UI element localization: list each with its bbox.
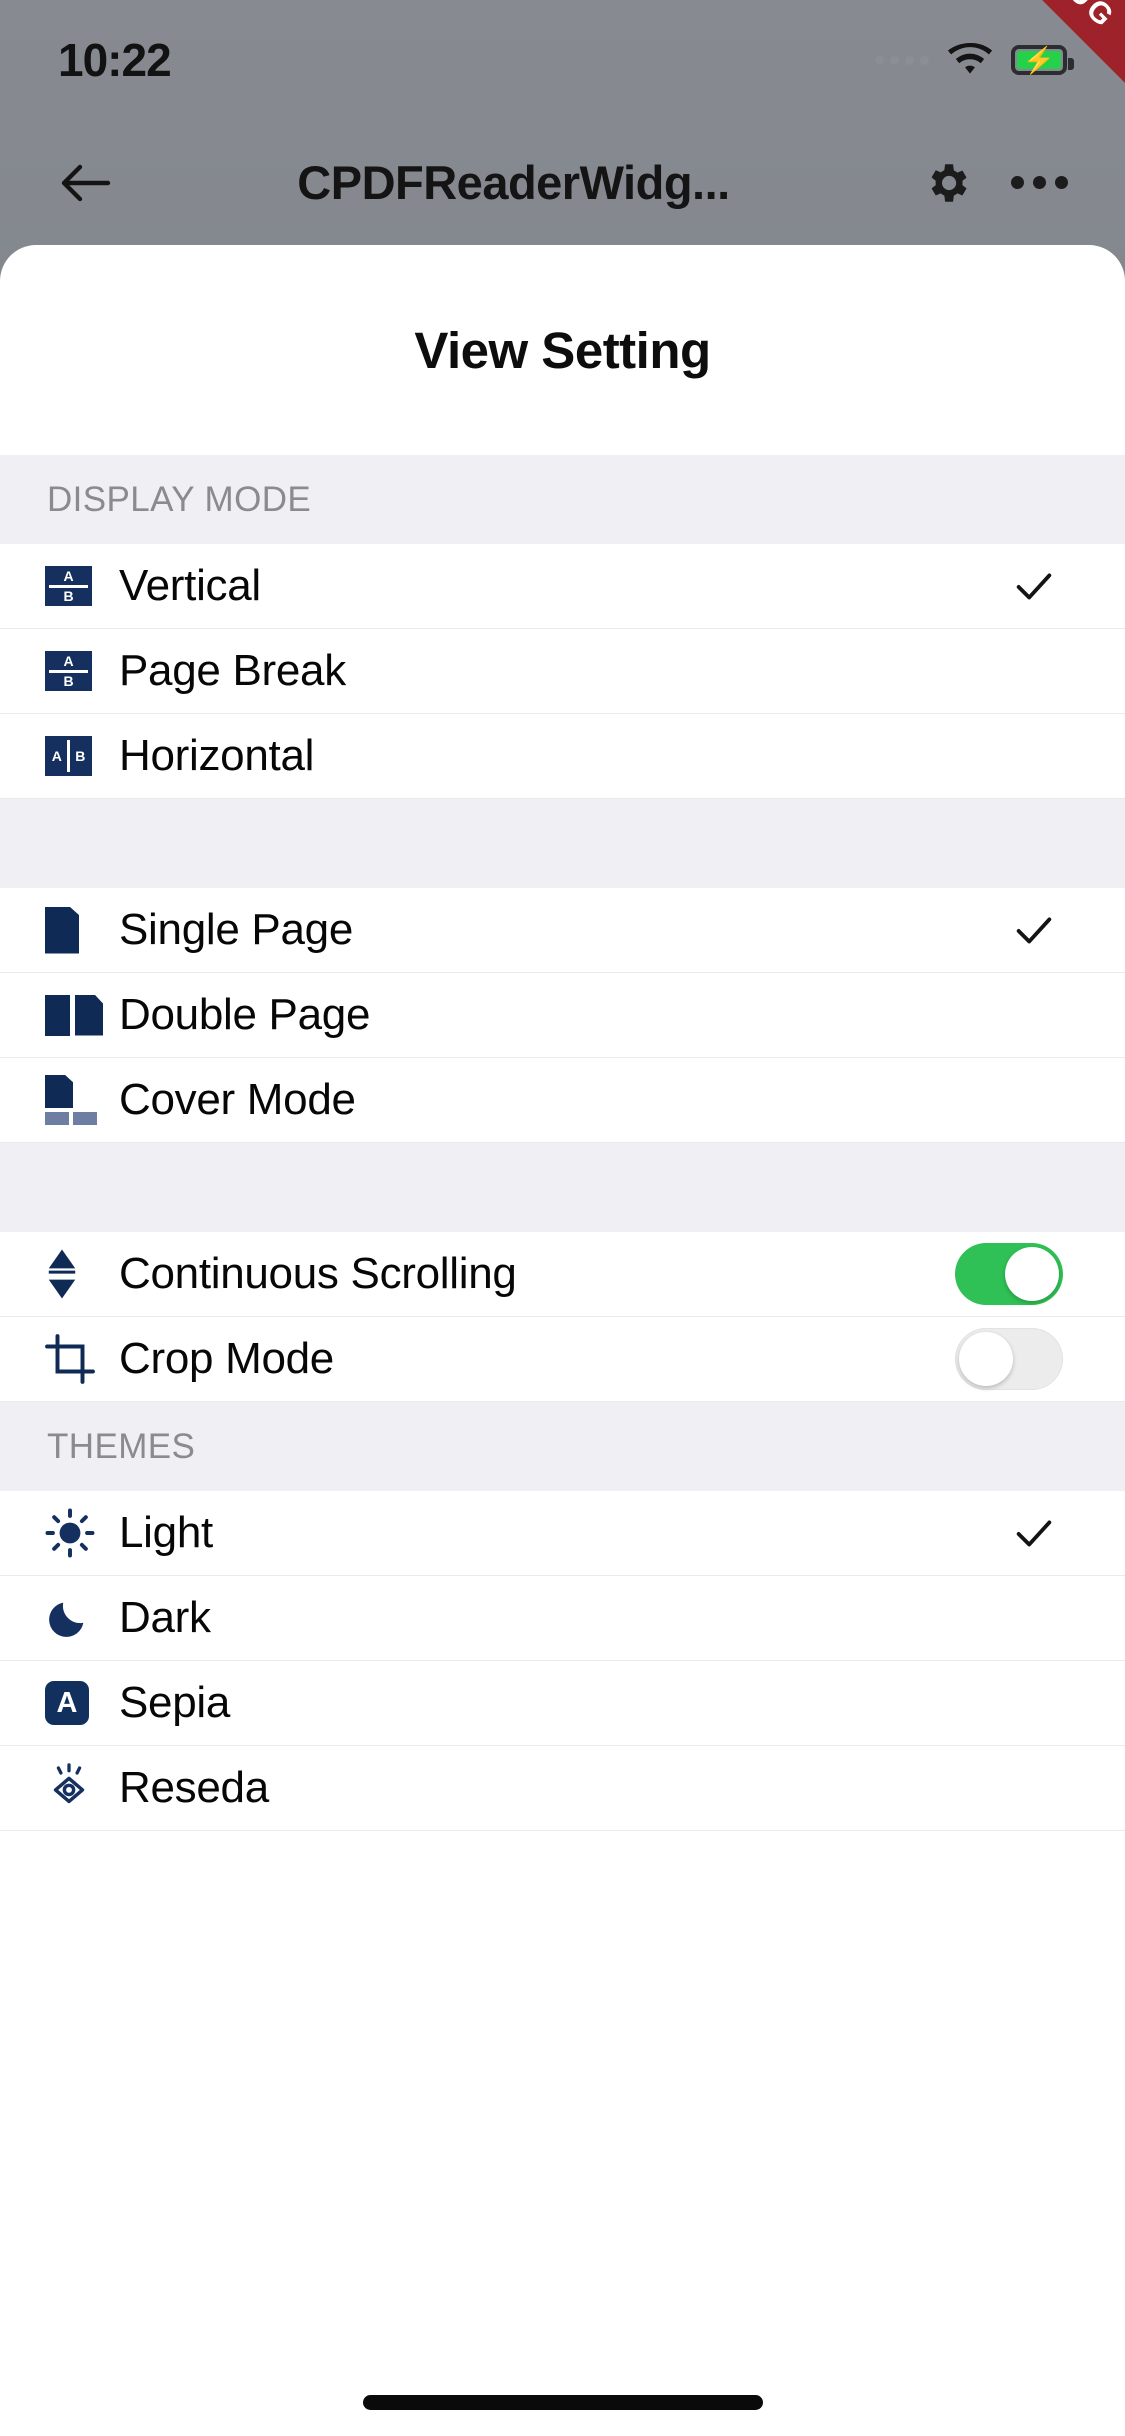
gear-icon[interactable] (901, 158, 993, 208)
status-indicators: ⚡ (875, 43, 1074, 77)
option-row-continuous-scrolling[interactable]: Continuous Scrolling (0, 1232, 1125, 1317)
more-options-icon[interactable] (993, 176, 1085, 189)
page-horizontal-icon: AB (45, 728, 97, 784)
option-row-cover-mode[interactable]: Cover Mode (0, 1058, 1125, 1143)
cover-mode-icon (45, 1072, 97, 1128)
eye-icon (45, 1760, 97, 1816)
section-spacer (0, 799, 1125, 888)
single-page-icon (45, 902, 97, 958)
option-row-reseda[interactable]: Reseda (0, 1746, 1125, 1831)
crop-icon (45, 1331, 97, 1387)
moon-icon (45, 1590, 97, 1646)
option-label: Vertical (119, 561, 261, 610)
option-label: Sepia (119, 1678, 231, 1727)
checkmark-icon (1011, 563, 1057, 609)
option-row-sepia[interactable]: A Sepia (0, 1661, 1125, 1746)
sheet-title: View Setting (414, 321, 711, 379)
page-vertical-icon: AB (45, 558, 97, 614)
page-break-icon: AB (45, 643, 97, 699)
status-bar: 10:22 ⚡ (0, 0, 1125, 120)
option-row-horizontal[interactable]: AB Horizontal (0, 714, 1125, 799)
home-indicator[interactable] (362, 2395, 763, 2410)
option-row-dark[interactable]: Dark (0, 1576, 1125, 1661)
option-row-light[interactable]: Light (0, 1491, 1125, 1576)
option-label: Dark (119, 1593, 211, 1642)
view-setting-sheet: View Setting DISPLAY MODE AB Vertical AB… (0, 245, 1125, 2436)
option-row-double-page[interactable]: Double Page (0, 973, 1125, 1058)
section-header-themes: THEMES (0, 1402, 1125, 1491)
signal-dots-icon (875, 55, 929, 65)
option-label: Crop Mode (119, 1334, 334, 1383)
app-bar: CPDFReaderWidg... (0, 120, 1125, 245)
option-label: Reseda (119, 1763, 269, 1812)
battery-charging-icon: ⚡ (1011, 45, 1074, 75)
option-label: Single Page (119, 905, 353, 954)
section-spacer (0, 1143, 1125, 1232)
continuous-scrolling-toggle[interactable] (955, 1243, 1063, 1305)
checkmark-icon (1011, 1510, 1057, 1556)
option-row-page-break[interactable]: AB Page Break (0, 629, 1125, 714)
double-page-icon (45, 987, 103, 1043)
option-label: Double Page (119, 990, 371, 1039)
page-title: CPDFReaderWidg... (297, 156, 730, 209)
wifi-icon (947, 43, 993, 77)
option-row-single-page[interactable]: Single Page (0, 888, 1125, 973)
option-row-crop-mode[interactable]: Crop Mode (0, 1317, 1125, 1402)
checkmark-icon (1011, 907, 1057, 953)
crop-mode-toggle[interactable] (955, 1328, 1063, 1390)
option-label: Light (119, 1508, 213, 1557)
back-arrow-icon[interactable] (40, 159, 132, 207)
updown-arrows-icon (45, 1246, 97, 1302)
option-label: Page Break (119, 646, 346, 695)
sun-icon (45, 1505, 97, 1561)
sepia-a-icon: A (45, 1675, 97, 1731)
option-label: Cover Mode (119, 1075, 356, 1124)
option-label: Horizontal (119, 731, 315, 780)
status-time: 10:22 (58, 34, 172, 86)
option-label: Continuous Scrolling (119, 1249, 517, 1298)
section-header-display-mode: DISPLAY MODE (0, 455, 1125, 544)
option-row-vertical[interactable]: AB Vertical (0, 544, 1125, 629)
